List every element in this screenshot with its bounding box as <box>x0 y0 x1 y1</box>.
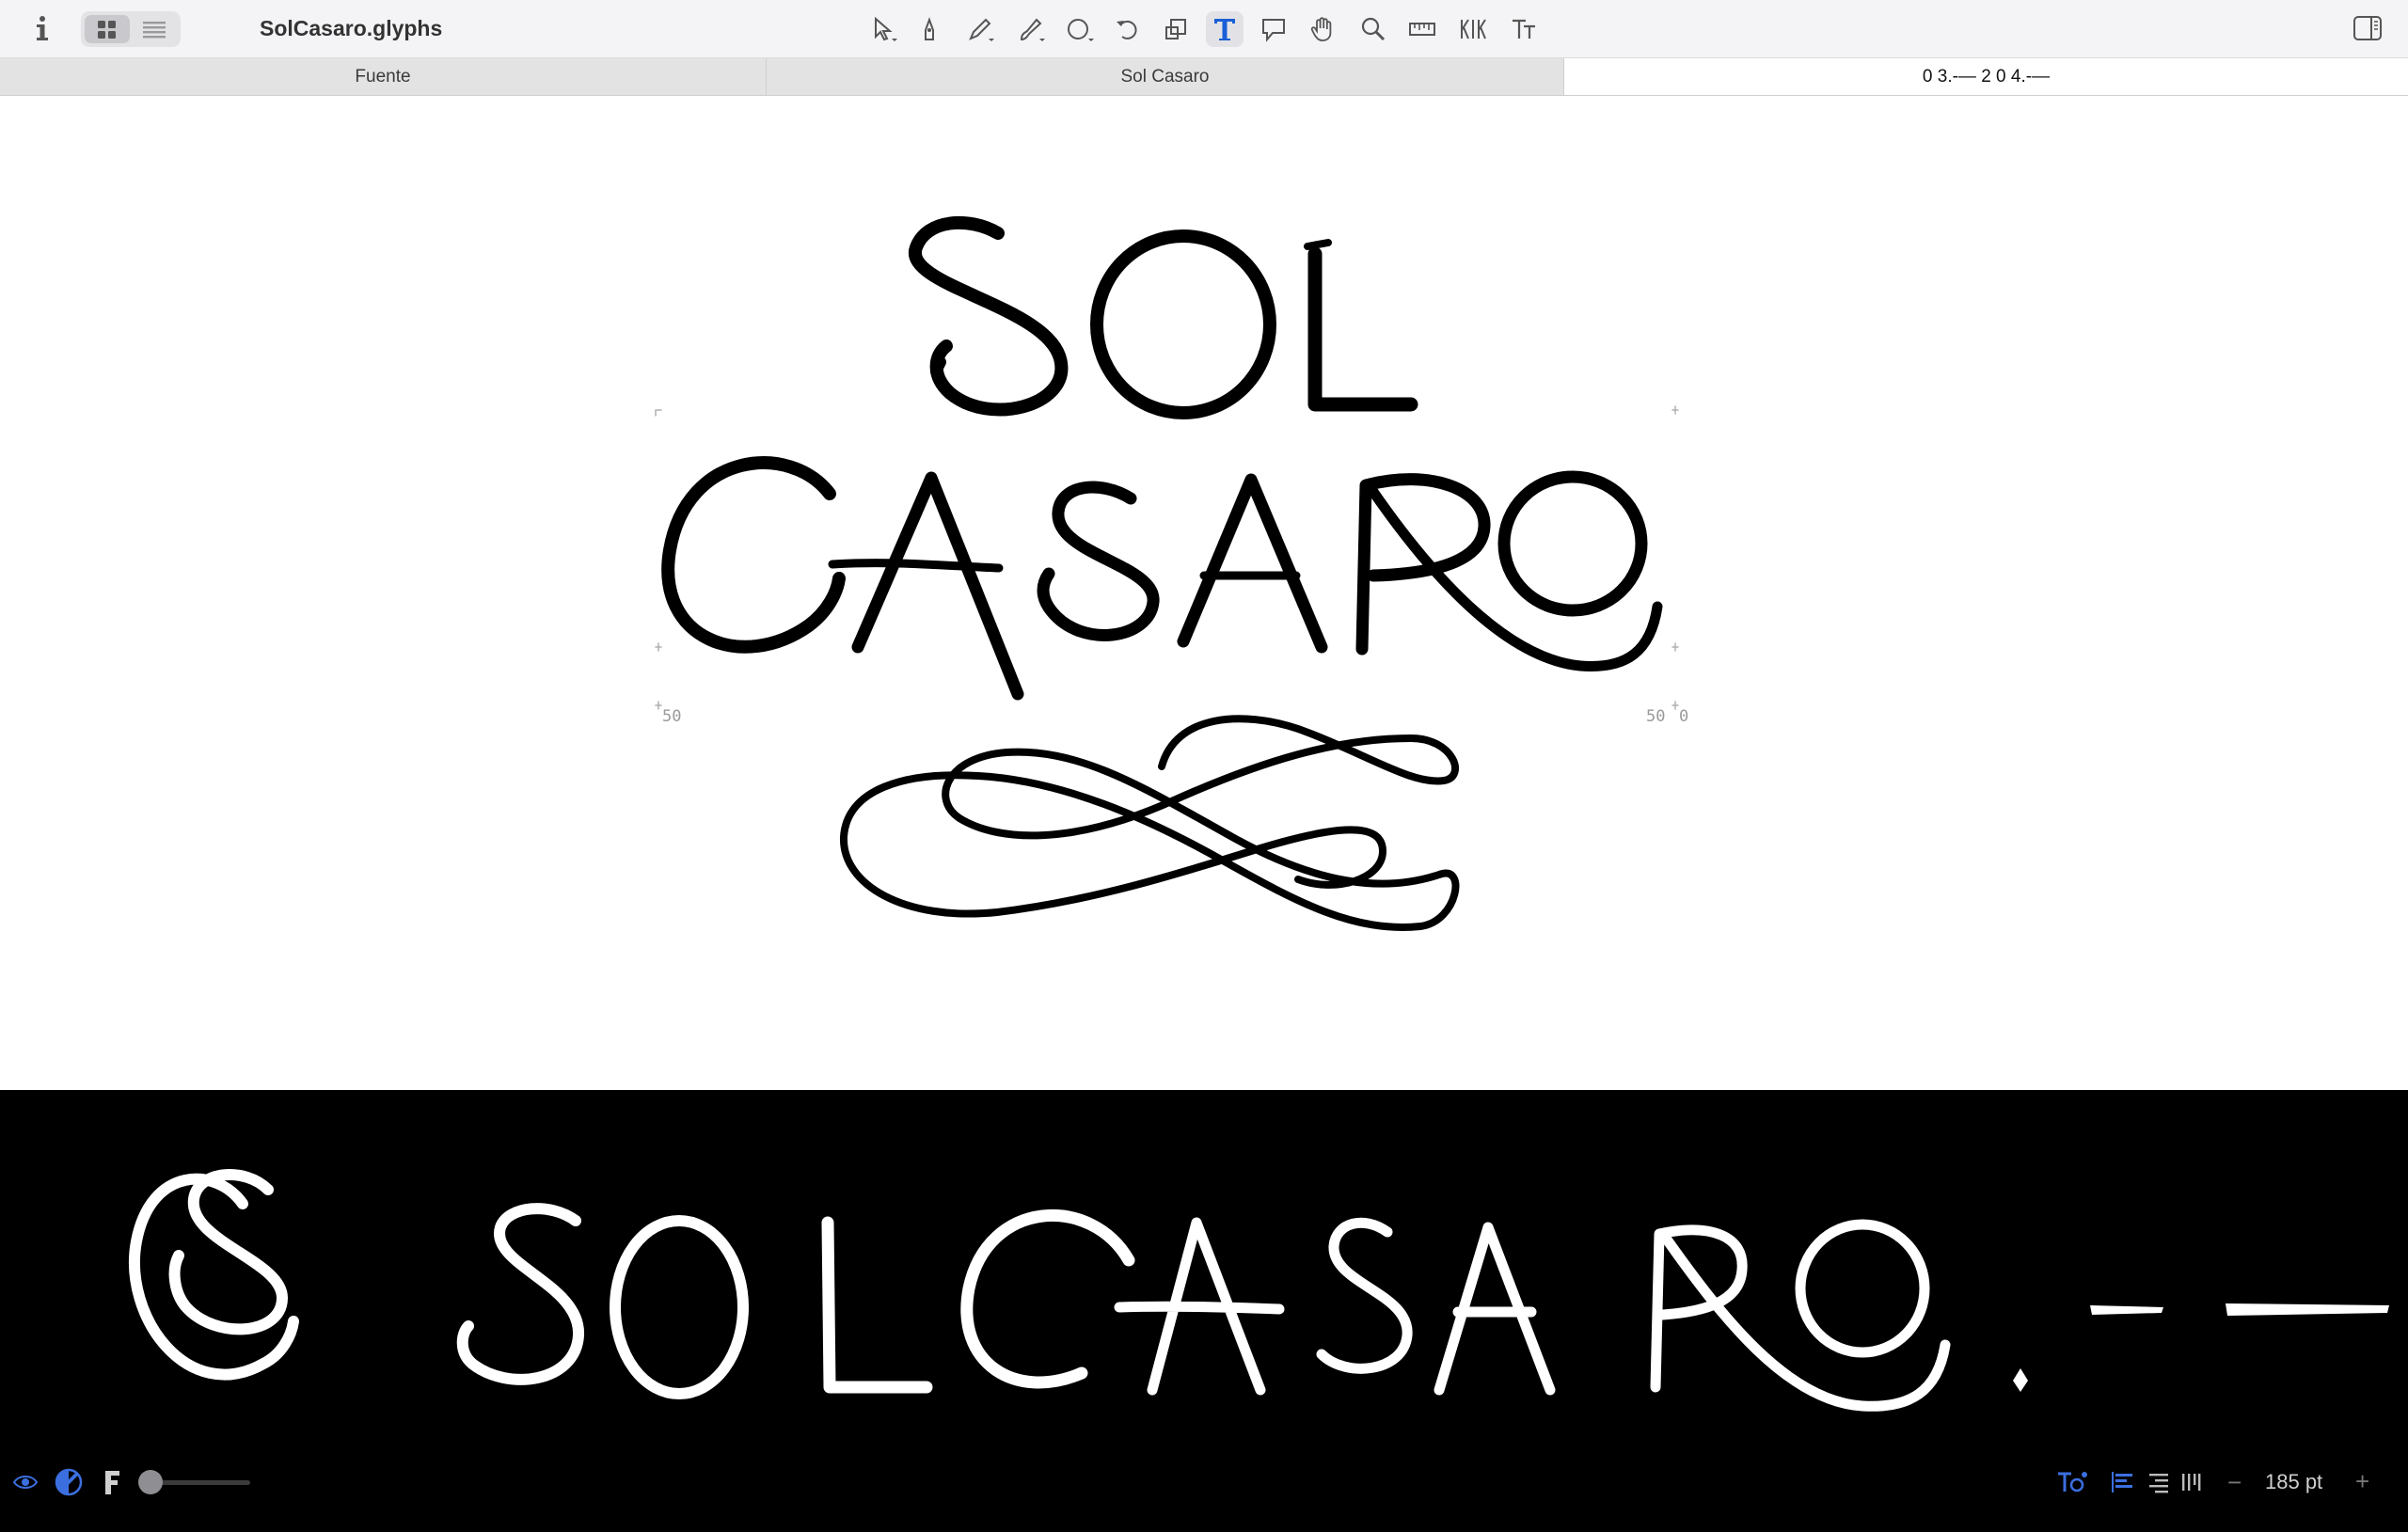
preview-monogram <box>129 1169 299 1381</box>
font-icon[interactable] <box>102 1468 122 1501</box>
preview-L <box>821 1216 933 1394</box>
glyph-S[interactable] <box>909 215 1069 417</box>
main-toolbar: SolCasaro.glyphs <box>0 0 2408 58</box>
zoom-out-button[interactable]: − <box>2227 1470 2242 1494</box>
annotation-tool-icon[interactable] <box>1255 11 1292 47</box>
edit-canvas[interactable]: 50 50 0 <box>0 96 2408 1090</box>
preview-S <box>456 1203 585 1385</box>
preview-S-2 <box>1316 1217 1413 1374</box>
preview-panel <box>0 1090 2408 1414</box>
pencil-tool-icon[interactable] <box>961 11 999 47</box>
left-sidebearing-value: 50 <box>662 707 682 726</box>
preview-A-2 <box>1434 1222 1556 1396</box>
eye-icon[interactable] <box>12 1473 39 1496</box>
preview-glyphs <box>129 1169 2389 1412</box>
measurement-tool-icon[interactable] <box>1403 11 1441 47</box>
scale-tool-icon[interactable] <box>1157 11 1195 47</box>
view-mode-segmented-control <box>81 11 181 47</box>
preview-emdash <box>2226 1303 2389 1316</box>
font-size-field[interactable]: 185 pt <box>2265 1470 2322 1494</box>
rotate-tool-icon[interactable] <box>1108 11 1146 47</box>
glyph-L[interactable] <box>1304 239 1418 412</box>
glyph-O[interactable] <box>1090 229 1276 419</box>
align-right-icon[interactable] <box>2147 1471 2171 1498</box>
preview-O-2 <box>1795 1219 1930 1358</box>
brush-tool-icon[interactable] <box>1012 11 1050 47</box>
glyph-A-1[interactable] <box>828 471 1024 701</box>
preview-R <box>1650 1224 1951 1412</box>
preview-O <box>610 1215 749 1399</box>
glyph-C[interactable] <box>661 456 846 654</box>
hand-tool-icon[interactable] <box>1304 11 1341 47</box>
tab-sol-casaro[interactable]: Sol Casaro <box>767 58 1564 95</box>
text-metrics-tool-icon[interactable] <box>1505 11 1543 47</box>
bottom-bar <box>0 1414 2408 1532</box>
list-view-icon[interactable] <box>132 15 177 43</box>
document-title: SolCasaro.glyphs <box>260 16 443 40</box>
zoom-in-button[interactable]: + <box>2355 1469 2369 1493</box>
glyph-S-2[interactable] <box>1037 481 1160 641</box>
right-sidebearing-value: 50 <box>1646 707 1666 726</box>
text-tool-icon[interactable] <box>1206 11 1244 47</box>
preview-hyphen <box>2090 1305 2163 1315</box>
grid-view-icon[interactable] <box>85 15 130 43</box>
align-left-icon[interactable] <box>2111 1471 2135 1498</box>
slider-knob[interactable] <box>138 1470 163 1494</box>
preview-A <box>1114 1217 1285 1396</box>
text-options-icon[interactable] <box>2056 1469 2088 1500</box>
contrast-icon[interactable] <box>55 1468 83 1501</box>
primitives-tool-icon[interactable] <box>1061 11 1099 47</box>
glyph-A-2[interactable] <box>1177 473 1328 654</box>
kerning-tool-icon[interactable] <box>1454 11 1492 47</box>
tab-font[interactable]: Fuente <box>0 58 767 95</box>
right-extra-value: 0 <box>1679 707 1689 726</box>
draw-tool-icon[interactable] <box>911 11 948 47</box>
glyph-layout <box>655 215 1679 931</box>
preview-period <box>2013 1368 2028 1392</box>
select-tool-icon[interactable] <box>865 11 903 47</box>
info-icon[interactable] <box>28 13 56 45</box>
preview-C <box>960 1209 1135 1389</box>
tab-edit-text[interactable]: 0 3.-— 2 0 4.-— <box>1564 58 2408 95</box>
metric-markers <box>655 405 1679 710</box>
flourish-ornament <box>839 715 1460 931</box>
tab-bar: Fuente Sol Casaro 0 3.-— 2 0 4.-— <box>0 58 2408 96</box>
zoom-tool-icon[interactable] <box>1354 11 1392 47</box>
glyph-O-2[interactable] <box>1497 470 1648 617</box>
vertical-text-icon[interactable] <box>2180 1471 2201 1498</box>
sidebar-toggle-icon[interactable] <box>2352 13 2384 43</box>
